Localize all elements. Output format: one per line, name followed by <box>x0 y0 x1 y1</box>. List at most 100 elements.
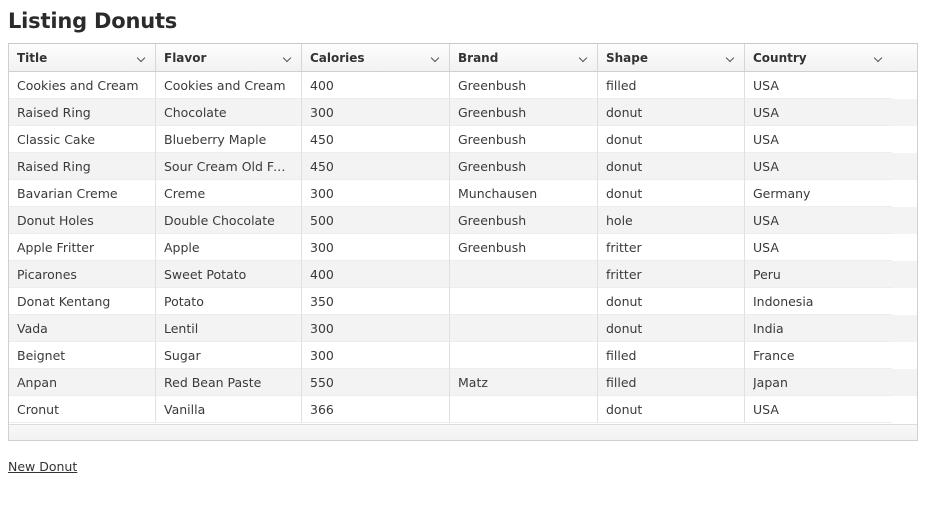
cell-country-text: USA <box>753 104 779 120</box>
cell-brand-text: Greenbush <box>458 212 527 228</box>
cell-calories-text: 450 <box>310 158 334 174</box>
column-header-calories-label: Calories <box>310 50 365 65</box>
cell-title-text: Donat Kentang <box>17 293 111 309</box>
cell-calories-text: 350 <box>310 293 334 309</box>
donuts-grid: Title Flavor Calories Brand Shape Countr… <box>8 43 918 441</box>
cell-shape-text: filled <box>606 347 637 363</box>
cell-shape: donut <box>598 315 745 342</box>
cell-title-text: Donut Holes <box>17 212 94 228</box>
cell-title: Vada <box>9 315 156 342</box>
column-header-calories[interactable]: Calories <box>302 44 450 71</box>
cell-calories-text: 366 <box>310 401 334 417</box>
cell-shape: filled <box>598 342 745 369</box>
chevron-down-icon[interactable] <box>874 53 884 63</box>
table-row[interactable]: Apple Fritter Apple 300 Greenbush fritter USA <box>9 234 917 261</box>
cell-calories: 300 <box>302 234 450 261</box>
cell-title-text: Cronut <box>17 401 59 417</box>
cell-title: Raised Ring <box>9 99 156 126</box>
cell-calories: 450 <box>302 153 450 180</box>
table-row[interactable]: Picarones Sweet Potato 400 fritter Peru <box>9 261 917 288</box>
chevron-down-icon[interactable] <box>431 53 441 63</box>
cell-title-text: Bavarian Creme <box>17 185 118 201</box>
table-row[interactable]: Donat Kentang Potato 350 donut Indonesia <box>9 288 917 315</box>
cell-brand: Greenbush <box>450 126 598 153</box>
table-row[interactable]: Raised Ring Sour Cream Old Fash… 450 Greenb… <box>9 153 917 180</box>
column-header-country[interactable]: Country <box>745 44 892 71</box>
cell-calories-text: 300 <box>310 239 334 255</box>
column-header-brand[interactable]: Brand <box>450 44 598 71</box>
column-header-shape[interactable]: Shape <box>598 44 745 71</box>
cell-flavor: Cookies and Cream <box>156 72 302 99</box>
cell-title: Classic Cake <box>9 126 156 153</box>
cell-country: France <box>745 342 892 369</box>
cell-country-text: USA <box>753 131 779 147</box>
cell-country: USA <box>745 396 892 423</box>
grid-body[interactable]: Cookies and Cream Cookies and Cream 400 Gre… <box>9 72 917 424</box>
cell-country-text: USA <box>753 158 779 174</box>
cell-country-text: USA <box>753 239 779 255</box>
cell-calories-text: 300 <box>310 347 334 363</box>
cell-shape-text: donut <box>606 104 643 120</box>
chevron-down-icon[interactable] <box>283 53 293 63</box>
cell-flavor: Blueberry Maple <box>156 126 302 153</box>
table-row[interactable]: Beignet Sugar 300 filled France <box>9 342 917 369</box>
column-header-shape-label: Shape <box>606 50 649 65</box>
cell-brand <box>450 342 598 369</box>
cell-country: Peru <box>745 261 892 288</box>
cell-shape-text: filled <box>606 374 637 390</box>
column-header-title-label: Title <box>17 50 48 65</box>
column-header-flavor[interactable]: Flavor <box>156 44 302 71</box>
chevron-down-icon[interactable] <box>579 53 589 63</box>
cell-flavor-text: Creme <box>164 185 206 201</box>
table-row[interactable]: Raised Ring Chocolate 300 Greenbush donut USA <box>9 99 917 126</box>
cell-calories-text: 400 <box>310 266 334 282</box>
cell-calories-text: 500 <box>310 212 334 228</box>
cell-country: Indonesia <box>745 288 892 315</box>
cell-flavor: Chocolate <box>156 99 302 126</box>
grid-header-row: Title Flavor Calories Brand Shape Countr… <box>9 44 917 72</box>
cell-shape-text: donut <box>606 293 643 309</box>
cell-country: USA <box>745 99 892 126</box>
chevron-down-icon[interactable] <box>726 53 736 63</box>
cell-flavor: Creme <box>156 180 302 207</box>
cell-flavor-text: Cookies and Cream <box>164 77 286 93</box>
table-row[interactable]: Anpan Red Bean Paste 550 Matz filled Japan <box>9 369 917 396</box>
table-row[interactable]: Cronut Vanilla 366 donut USA <box>9 396 917 423</box>
table-row[interactable]: Bavarian Creme Creme 300 Munchausen donut Ger… <box>9 180 917 207</box>
cell-title-text: Beignet <box>17 347 66 363</box>
new-donut-link[interactable]: New Donut <box>8 459 77 474</box>
cell-flavor-text: Lentil <box>164 320 199 336</box>
cell-flavor-text: Apple <box>164 239 200 255</box>
cell-title: Donat Kentang <box>9 288 156 315</box>
cell-country: USA <box>745 126 892 153</box>
cell-shape-text: donut <box>606 185 643 201</box>
cell-country-text: USA <box>753 401 779 417</box>
page-container: Listing Donuts Title Flavor Calories Bra… <box>0 8 942 475</box>
cell-calories: 300 <box>302 180 450 207</box>
table-row[interactable]: Donut Holes Double Chocolate 500 Greenbush h… <box>9 207 917 234</box>
table-row[interactable]: Cookies and Cream Cookies and Cream 400 Gre… <box>9 72 917 99</box>
cell-country: USA <box>745 207 892 234</box>
cell-shape: fritter <box>598 234 745 261</box>
cell-brand: Greenbush <box>450 72 598 99</box>
cell-shape: filled <box>598 369 745 396</box>
table-row[interactable]: Vada Lentil 300 donut India <box>9 315 917 342</box>
cell-brand-text: Greenbush <box>458 239 527 255</box>
cell-title: Cookies and Cream <box>9 72 156 99</box>
cell-calories-text: 300 <box>310 320 334 336</box>
cell-calories: 400 <box>302 261 450 288</box>
cell-brand <box>450 261 598 288</box>
cell-flavor-text: Potato <box>164 293 204 309</box>
cell-flavor: Red Bean Paste <box>156 369 302 396</box>
cell-flavor-text: Vanilla <box>164 401 206 417</box>
cell-flavor: Sour Cream Old Fash… <box>156 153 302 180</box>
cell-shape: fritter <box>598 261 745 288</box>
cell-title-text: Cookies and Cream <box>17 77 139 93</box>
chevron-down-icon[interactable] <box>137 53 147 63</box>
cell-shape-text: donut <box>606 320 643 336</box>
table-row[interactable]: Classic Cake Blueberry Maple 450 Greenbush d… <box>9 126 917 153</box>
cell-calories: 500 <box>302 207 450 234</box>
cell-flavor: Double Chocolate <box>156 207 302 234</box>
column-header-title[interactable]: Title <box>9 44 156 71</box>
cell-calories: 300 <box>302 315 450 342</box>
